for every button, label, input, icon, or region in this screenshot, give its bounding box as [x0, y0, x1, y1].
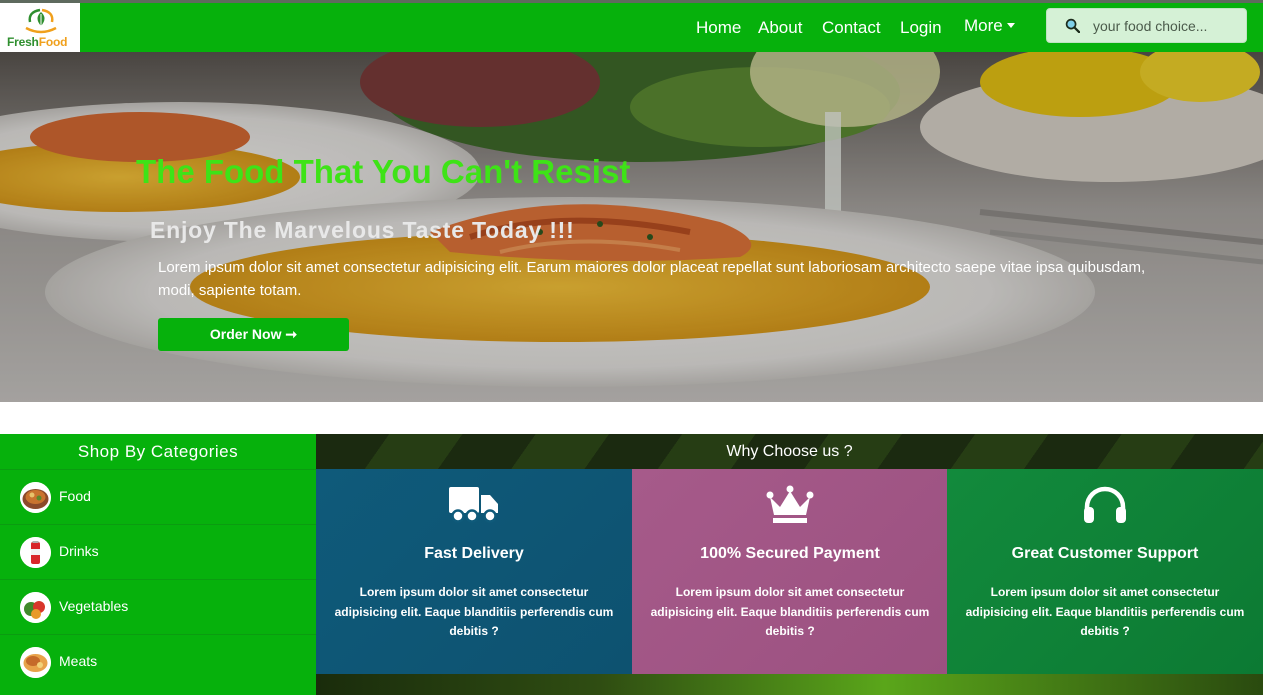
why-section-bottom-band [316, 674, 1263, 695]
hero-banner: The Food That You Can't Resist Enjoy The… [0, 52, 1263, 402]
logo-text-fresh: Fresh [7, 35, 39, 49]
card-title: 100% Secured Payment [700, 545, 880, 562]
card-text: Lorem ipsum dolor sit amet consectetur a… [334, 585, 614, 638]
feature-card-fast-delivery: Fast Delivery Lorem ipsum dolor sit amet… [316, 469, 632, 674]
why-choose-us-section: Why Choose us ? Fast Delivery Lorem ipsu… [316, 434, 1263, 695]
search-icon[interactable] [1065, 18, 1080, 33]
category-item-meats[interactable]: Meats [0, 634, 316, 689]
card-title: Fast Delivery [424, 545, 524, 562]
card-text: Lorem ipsum dolor sit amet consectetur a… [965, 585, 1245, 638]
logo-leaf-icon [25, 8, 57, 34]
category-label: Food [59, 488, 91, 504]
category-label: Drinks [59, 543, 99, 559]
hero-subtitle: Enjoy The Marvelous Taste Today !!! [150, 217, 575, 243]
logo-text-food: Food [38, 35, 68, 49]
meats-icon [20, 647, 51, 678]
why-heading: Why Choose us ? [726, 443, 853, 460]
truck-icon [449, 487, 498, 523]
hero-description: Lorem ipsum dolor sit amet consectetur a… [158, 259, 1146, 299]
nav-about-link[interactable]: About [758, 18, 802, 38]
nav-home-link[interactable]: Home [696, 18, 741, 38]
nav-more-label: More [964, 16, 1003, 35]
crown-icon [766, 485, 814, 523]
search-input[interactable] [1093, 15, 1241, 37]
navbar: FreshFood Home About Contact Login More [0, 3, 1263, 52]
drinks-icon [20, 537, 51, 568]
hero-title: The Food That You Can't Resist [136, 153, 631, 190]
category-label: Meats [59, 653, 98, 669]
logo-text: FreshFood [7, 35, 67, 49]
categories-heading: Shop By Categories [77, 442, 239, 461]
nav-contact-link[interactable]: Contact [822, 18, 881, 38]
order-now-button[interactable]: Order Now ➞ [158, 318, 349, 351]
card-title: Great Customer Support [1011, 545, 1199, 562]
nav-more-dropdown[interactable]: More [964, 16, 1015, 36]
vegetables-icon [20, 592, 51, 623]
logo[interactable]: FreshFood [0, 3, 80, 52]
category-item-drinks[interactable]: Drinks [0, 524, 316, 579]
headphones-icon [1084, 486, 1126, 523]
category-item-vegetables[interactable]: Vegetables [0, 579, 316, 634]
card-text: Lorem ipsum dolor sit amet consectetur a… [650, 585, 930, 638]
category-label: Vegetables [59, 598, 129, 614]
food-icon [20, 482, 51, 513]
feature-card-customer-support: Great Customer Support Lorem ipsum dolor… [947, 469, 1263, 674]
search-box [1046, 8, 1247, 43]
nav-login-link[interactable]: Login [900, 18, 942, 38]
category-item-food[interactable]: Food [0, 469, 316, 524]
feature-card-secured-payment: 100% Secured Payment Lorem ipsum dolor s… [632, 469, 948, 674]
caret-down-icon [1006, 23, 1015, 28]
categories-panel: Shop By Categories Food Drinks Vegetable… [0, 434, 316, 695]
